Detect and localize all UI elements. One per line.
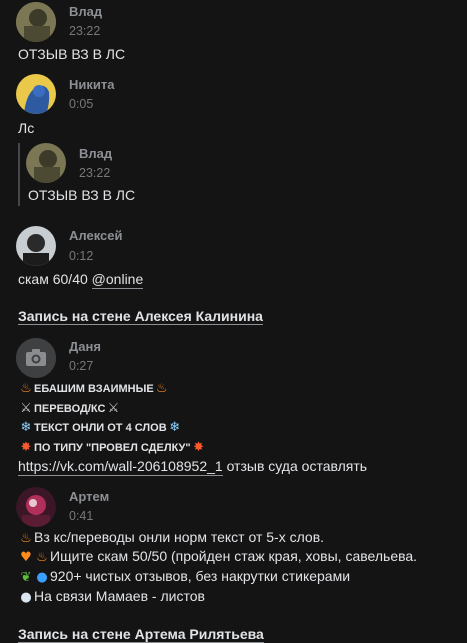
fire-icon: ♨ [155,381,168,396]
snowflake-icon: ❄ [169,420,181,435]
message-line: ✸ ПО ТИПУ "ПРОВЕЛ СДЕЛКУ" ✸ [18,438,207,455]
message-time[interactable]: 0:05 [69,97,93,111]
crossed-swords-icon: ⚔ [20,401,32,416]
message-line: ♥ ♨ Ищите скам 50/50 (пройден стаж края, х… [18,548,417,565]
avatar-photo [16,2,56,42]
quote-bar [18,143,20,206]
message-time[interactable]: 0:41 [69,509,93,523]
message-line-text: ПЕРЕВОД/КС [34,403,106,415]
speech-bubble-icon: ● [20,590,32,605]
fire-icon: ♨ [36,550,48,565]
message-text: скам 60/40 @online [18,271,144,289]
message-line-text: На связи Мамаев - листов [34,588,205,604]
author-name[interactable]: Даня [69,339,101,354]
message-line: ❄ ТЕКСТ ОНЛИ ОТ 4 СЛОВ ❄ [18,418,183,435]
quoted-text: ОТЗЫВ ВЗ В ЛС [28,187,136,203]
mention-link[interactable]: @online [91,271,144,289]
quoted-time[interactable]: 23:22 [79,166,110,180]
wall-post-link[interactable]: Запись на стене Артема Рилятьева [18,626,264,643]
explosion-icon: ✸ [193,440,205,455]
message-time[interactable]: 0:27 [69,359,93,373]
quoted-author-name[interactable]: Влад [79,146,112,161]
message-line: ♨ Вз кс/переводы онли норм текст от 5-х с… [18,529,324,546]
avatar-photo [16,74,56,114]
avatar-nikita[interactable] [16,74,56,114]
quoted-avatar-vlad[interactable] [26,143,66,183]
author-name[interactable]: Артем [69,489,109,504]
wall-url-link[interactable]: https://vk.com/wall-206108952_1 [18,458,223,476]
camera-icon [16,338,56,378]
wall-post-link[interactable]: Запись на стене Алексея Калинина [18,308,263,325]
message-line-text: 920+ чистых отзывов, без накрутки стикер… [50,568,351,584]
fire-icon: ♨ [20,381,32,396]
fire-icon: ♨ [20,531,32,546]
avatar-photo [16,487,56,527]
message-text-body: скам 60/40 [18,271,88,287]
message-line: ⚔ ПЕРЕВОД/КС ⚔ [18,399,121,416]
message-line: ● На связи Мамаев - листов [18,588,205,605]
message-line-text: отзыв суда оставлять [222,458,368,474]
message-line-text: Вз кс/переводы онли норм текст от 5-х сл… [34,529,325,545]
message-line-text: ЕБАШИМ ВЗАИМНЫЕ [34,383,154,395]
avatar-artem[interactable] [16,487,56,527]
message-line: ♨ ЕБАШИМ ВЗАИМНЫЕ ♨ [18,379,170,396]
message-line-text: ПО ТИПУ "ПРОВЕЛ СДЕЛКУ" [34,442,191,454]
leaf-icon: ❦ [20,570,32,585]
message-time[interactable]: 0:12 [69,249,93,263]
message-line-text: Ищите скам 50/50 (пройден стаж края, хов… [50,548,418,564]
crossed-swords-icon: ⚔ [107,401,120,416]
author-name[interactable]: Алексей [69,228,123,243]
message-line: https://vk.com/wall-206108952_1 отзыв су… [18,458,368,476]
orange-heart-icon: ♥ [20,550,32,565]
avatar-vlad[interactable] [16,2,56,42]
avatar-photo [26,143,66,183]
author-name[interactable]: Никита [69,77,114,92]
message-line: ❦ ● 920+ чистых отзывов, без накрутки стик… [18,568,351,585]
message-text: ОТЗЫВ ВЗ В ЛС [18,46,126,62]
message-line-text: ТЕКСТ ОНЛИ ОТ 4 СЛОВ [34,422,167,434]
avatar-danya[interactable] [16,338,56,378]
message-text: Лс [18,120,35,136]
droplet-icon: ● [36,570,48,585]
message-time[interactable]: 23:22 [69,24,100,38]
author-name[interactable]: Влад [69,4,102,19]
snowflake-icon: ❄ [20,420,32,435]
avatar-aleksey[interactable] [16,226,56,266]
explosion-icon: ✸ [20,440,32,455]
avatar-photo [16,226,56,266]
